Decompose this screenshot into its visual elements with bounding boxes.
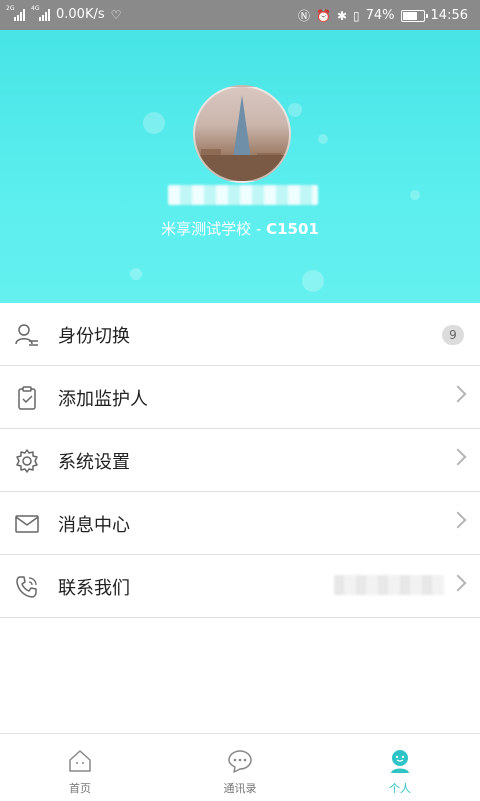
status-bar: 2G 4G 0.00K/s ♡ Ⓝ ⏰ ✱ ▯ 74% 14:56 (0, 0, 480, 30)
gear-icon (16, 449, 38, 473)
tab-label: 首页 (69, 782, 91, 795)
class-code: C1501 (266, 220, 319, 238)
vibrate-icon: ▯ (353, 8, 360, 23)
menu-item-system-settings[interactable]: 系统设置 (0, 429, 480, 492)
menu-item-add-guardian[interactable]: 添加监护人 (0, 366, 480, 429)
menu-item-message-center[interactable]: 消息中心 (0, 492, 480, 555)
tab-label: 个人 (389, 782, 411, 795)
chevron-right-icon (449, 511, 467, 529)
tab-label: 通讯录 (223, 782, 257, 795)
battery-icon (400, 9, 428, 22)
profile-header: 米享测试学校 - C1501 (0, 30, 480, 303)
school-info: 米享测试学校 - C1501 (0, 218, 480, 239)
tab-contacts[interactable]: 通讯录 (160, 734, 320, 801)
tab-personal[interactable]: 个人 (320, 734, 480, 801)
menu-item-label: 添加监护人 (58, 389, 148, 410)
signal-icon: 2G (6, 5, 25, 21)
menu-item-switch-identity[interactable]: 身份切换 9 (0, 303, 480, 366)
nfc-icon: Ⓝ (297, 9, 310, 23)
menu-item-contact-us[interactable]: 联系我们 (0, 555, 480, 618)
alarm-icon: ⏰ (316, 8, 331, 23)
heart-icon: ♡ (110, 7, 122, 22)
settings-menu: 身份切换 9 添加监护人 系统设置 消息中心 联系我们 (0, 303, 480, 618)
signal-icon: 4G (31, 5, 50, 21)
person-icon (391, 750, 409, 773)
chat-bubble-icon (228, 750, 252, 773)
user-switch-icon (15, 324, 38, 346)
mail-icon (15, 515, 39, 533)
school-name: 米享测试学校 - (161, 220, 267, 238)
net-speed: 0.00K/s (56, 7, 105, 22)
phone-number-redacted (334, 575, 444, 595)
clipboard-check-icon (18, 386, 36, 410)
avatar[interactable] (193, 85, 291, 183)
battery-percent: 74% (365, 8, 395, 23)
signal-type-label: 2G (6, 5, 15, 12)
signal-type-label: 4G (31, 5, 40, 12)
home-icon (69, 750, 91, 772)
menu-item-label: 系统设置 (58, 452, 130, 473)
phone-icon (16, 576, 37, 598)
clock: 14:56 (430, 8, 468, 23)
bluetooth-icon: ✱ (336, 8, 348, 23)
tab-home[interactable]: 首页 (0, 734, 160, 801)
chevron-right-icon (449, 574, 467, 592)
count-badge: 9 (442, 325, 464, 345)
chevron-right-icon (449, 448, 467, 466)
bottom-nav: 首页 通讯录 个人 (0, 733, 480, 801)
menu-item-label: 联系我们 (58, 578, 130, 599)
user-name-redacted (168, 185, 318, 205)
menu-item-label: 身份切换 (58, 326, 130, 347)
chevron-right-icon (449, 385, 467, 403)
menu-item-label: 消息中心 (58, 515, 130, 536)
